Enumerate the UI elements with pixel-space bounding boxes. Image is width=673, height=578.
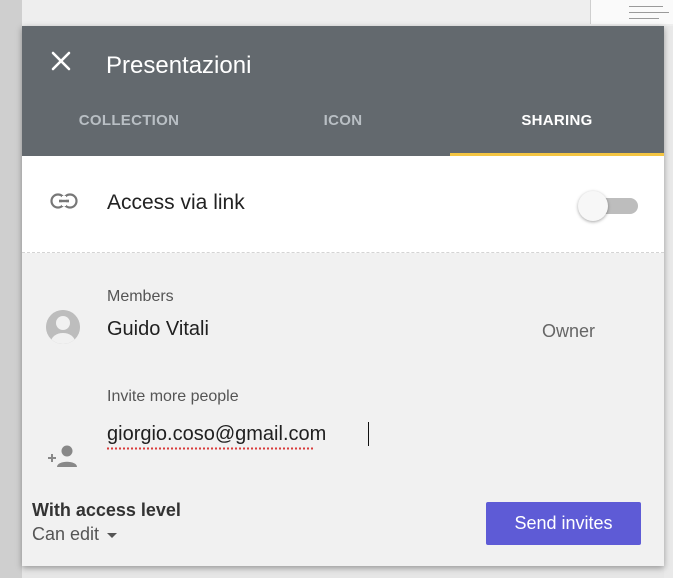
dialog-title: Presentazioni — [106, 52, 252, 79]
thumbnail-line — [629, 18, 659, 19]
background-right-strip — [664, 26, 673, 578]
background-top-strip — [22, 0, 673, 26]
background-document-thumbnail — [590, 0, 673, 24]
background-left-strip — [0, 0, 22, 578]
avatar-icon — [46, 310, 80, 344]
invite-email-input[interactable] — [107, 418, 627, 450]
toggle-knob — [578, 191, 608, 221]
thumbnail-line — [629, 6, 663, 7]
tab-bar: COLLECTION ICON SHARING — [22, 106, 664, 156]
link-icon — [50, 193, 78, 209]
access-level-value: Can edit — [32, 524, 100, 544]
thumbnail-line — [629, 12, 669, 13]
chevron-down-icon — [107, 533, 118, 539]
close-icon — [51, 51, 71, 71]
access-level-title: With access level — [32, 500, 181, 520]
share-dialog: Presentazioni COLLECTION ICON SHARING Ac… — [22, 26, 664, 566]
dialog-header: Presentazioni COLLECTION ICON SHARING — [22, 26, 664, 156]
access-via-link-toggle[interactable] — [578, 190, 640, 221]
send-invites-button[interactable]: Send invites — [486, 502, 641, 545]
tab-collection[interactable]: COLLECTION — [22, 106, 236, 154]
member-name: Guido Vitali — [107, 318, 209, 340]
invite-label: Invite more people — [107, 388, 239, 405]
add-person-icon — [48, 445, 77, 467]
access-via-link-label: Access via link — [107, 191, 245, 214]
tab-icon[interactable]: ICON — [236, 106, 450, 154]
tab-sharing[interactable]: SHARING — [450, 106, 664, 154]
spellcheck-underline — [107, 447, 313, 450]
member-role: Owner — [542, 321, 596, 341]
text-caret — [368, 422, 369, 446]
access-level-select[interactable]: Can edit — [32, 524, 118, 548]
close-button[interactable] — [48, 48, 74, 74]
access-via-link-row: Access via link — [22, 156, 664, 253]
members-label: Members — [107, 288, 174, 305]
